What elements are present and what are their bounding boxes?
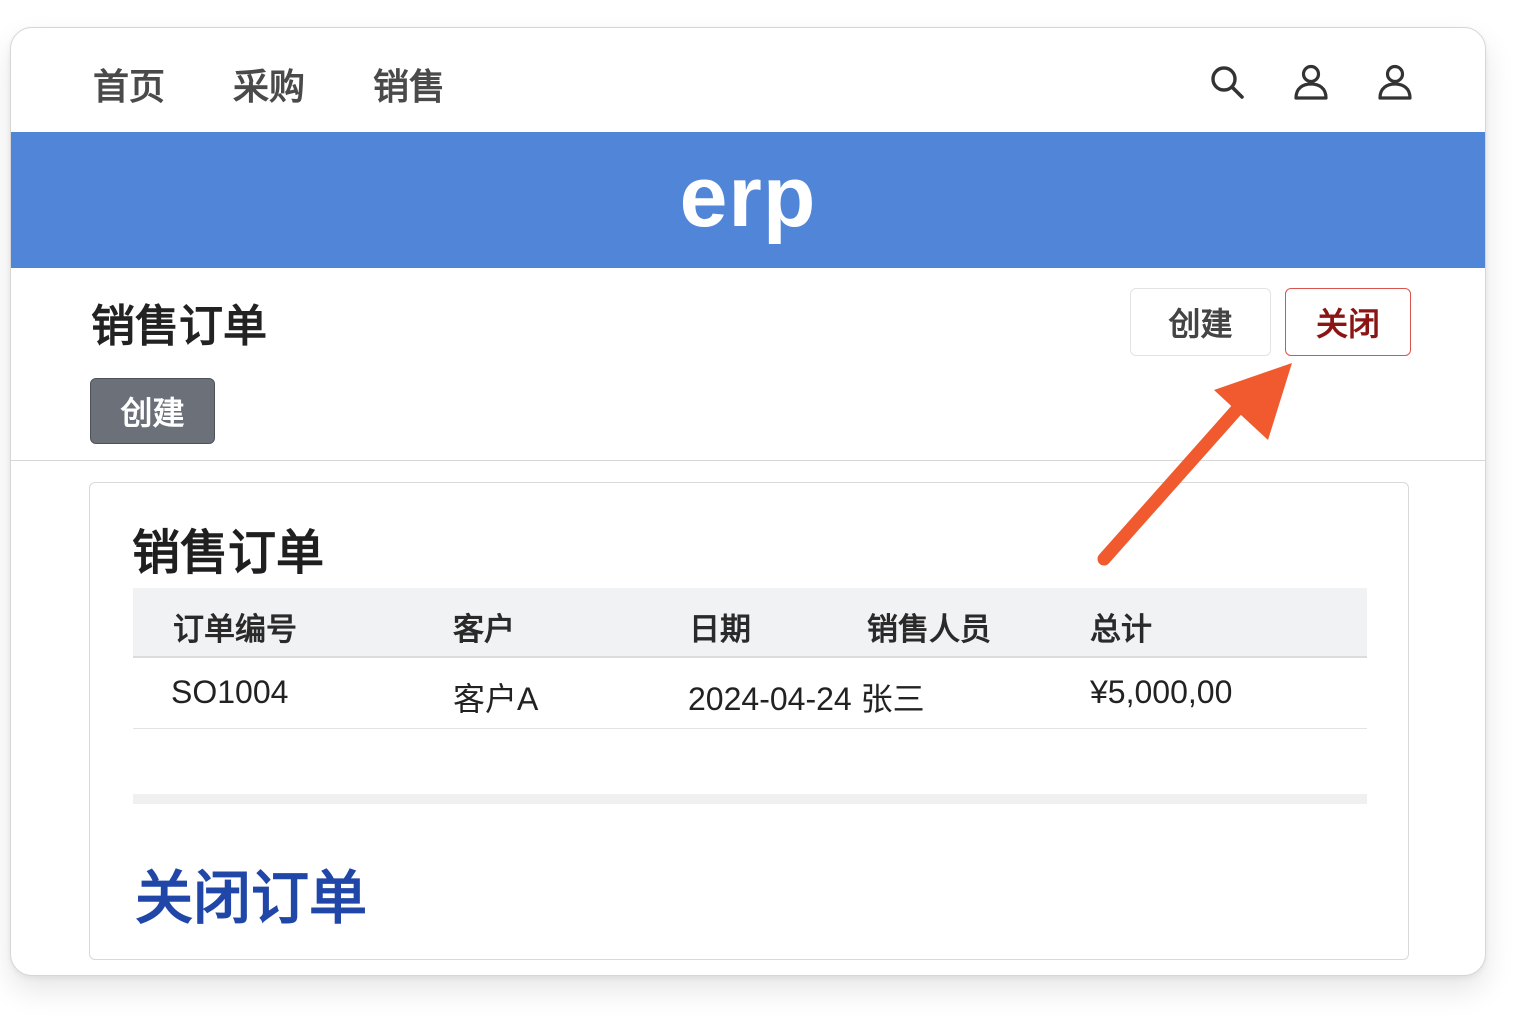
header-divider — [11, 460, 1485, 461]
table-row[interactable]: SO1004 客户A 2024-04-24 张三 ¥5,000,00 — [133, 658, 1367, 729]
column-header-total: 总计 — [1090, 612, 1152, 647]
close-order-link[interactable]: 关闭订单 — [135, 851, 367, 935]
section-separator — [133, 794, 1367, 804]
brand-logo: erp — [679, 148, 817, 245]
top-navigation: 首页 采购 销售 — [11, 28, 1485, 132]
sales-order-card: 销售订单 订单编号 客户 日期 销售人员 总计 SO1004 客户A 2024-… — [89, 482, 1409, 960]
cell-total: ¥5,000,00 — [1090, 674, 1233, 710]
column-header-customer: 客户 — [453, 612, 515, 647]
column-header-date: 日期 — [689, 612, 751, 647]
nav-link-purchase[interactable]: 采购 — [233, 58, 305, 110]
page-title: 销售订单 — [91, 302, 267, 351]
cell-order-no: SO1004 — [171, 674, 289, 710]
cell-customer: 客户A — [453, 681, 539, 717]
nav-link-sales[interactable]: 销售 — [373, 58, 445, 110]
create-button[interactable]: 创建 — [1130, 288, 1271, 356]
card-title: 销售订单 — [132, 527, 325, 580]
user-icon[interactable] — [1291, 62, 1331, 102]
app-window: 首页 采购 销售 erp 销售订单 创建 关闭 创建 销售订单 订单编号 客户 … — [10, 27, 1486, 976]
brand-banner: erp — [11, 132, 1485, 268]
secondary-create-button[interactable]: 创建 — [90, 378, 215, 444]
account-icon[interactable] — [1375, 62, 1415, 102]
cell-date-salesperson: 2024-04-24 张三 — [688, 681, 925, 717]
nav-link-home[interactable]: 首页 — [93, 58, 165, 110]
column-header-order-no: 订单编号 — [173, 612, 297, 647]
orders-table: 订单编号 客户 日期 销售人员 总计 SO1004 客户A 2024-04-24… — [133, 588, 1367, 729]
search-icon[interactable] — [1207, 62, 1247, 102]
column-header-salesperson: 销售人员 — [867, 612, 991, 647]
close-button[interactable]: 关闭 — [1285, 288, 1411, 356]
table-header: 订单编号 客户 日期 销售人员 总计 — [133, 588, 1367, 658]
